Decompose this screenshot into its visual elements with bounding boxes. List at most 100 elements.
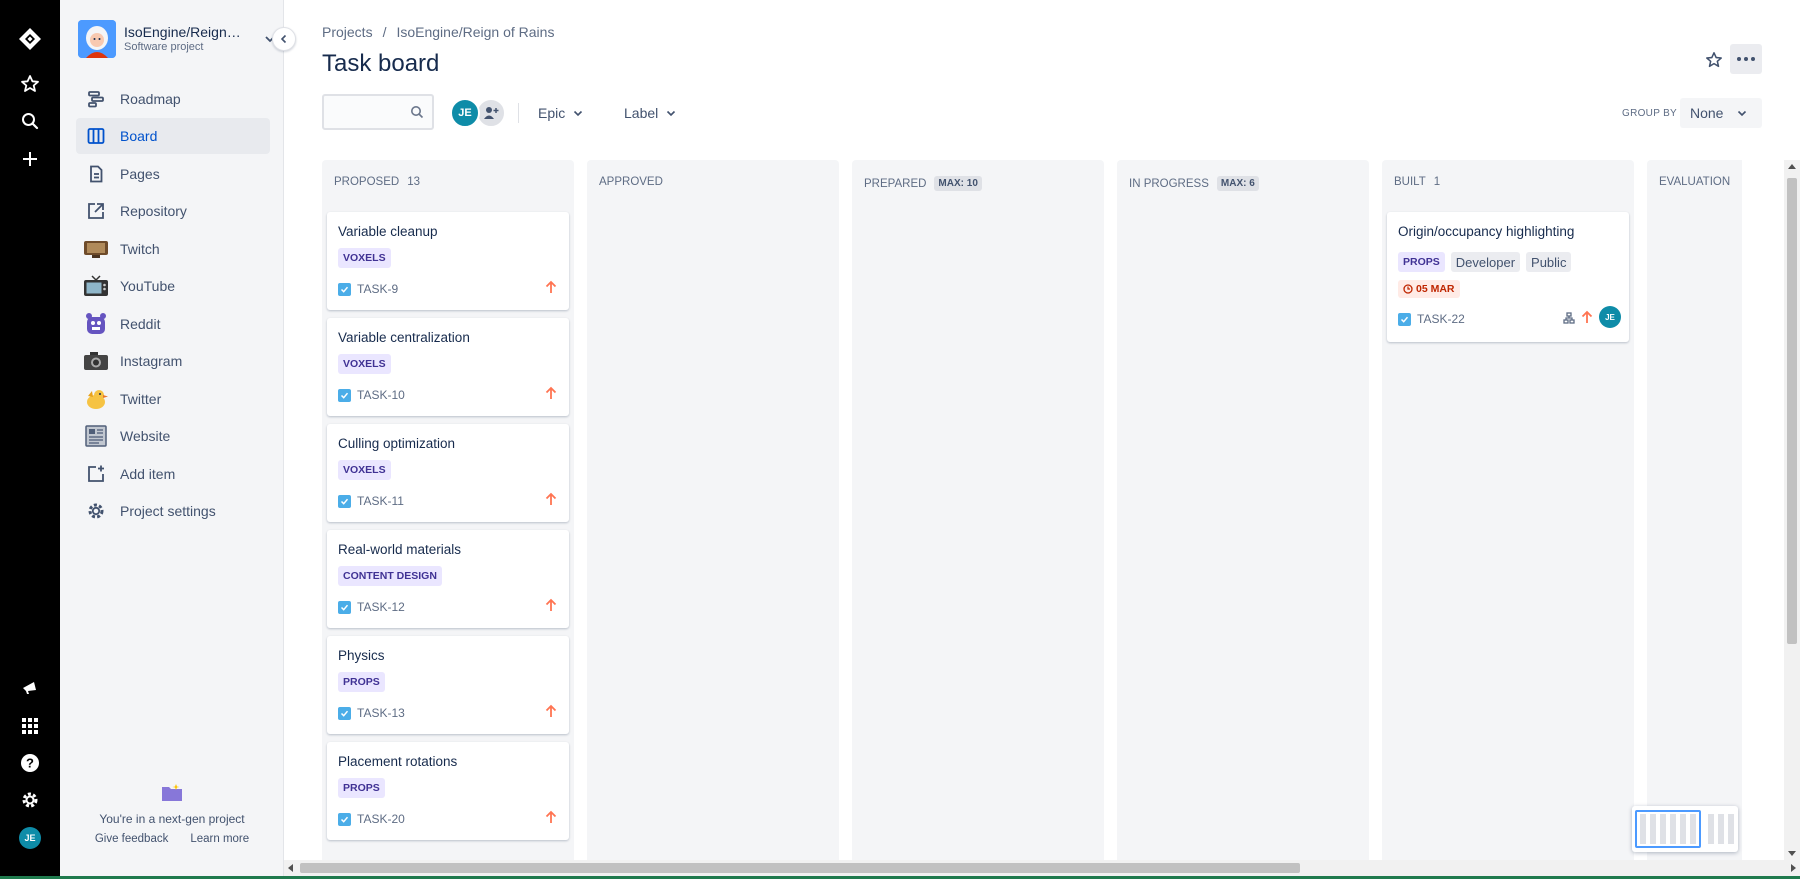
scroll-thumb[interactable]: [1787, 178, 1797, 644]
column-header: PREPARED MAX: 10: [864, 176, 982, 191]
project-header[interactable]: IsoEngine/Reign of Rains Software projec…: [78, 20, 275, 60]
scroll-down-arrow[interactable]: [1788, 851, 1796, 856]
breadcrumb-projects[interactable]: Projects: [322, 24, 373, 40]
sidebar-item-youtube[interactable]: YouTube: [76, 268, 270, 304]
sidebar-item-add-item[interactable]: Add item: [76, 456, 270, 492]
assignee-avatar[interactable]: JE: [1599, 306, 1621, 328]
issue-card[interactable]: Variable cleanup VOXELS TASK-9: [327, 212, 569, 310]
issue-card[interactable]: Origin/occupancy highlighting PROPS Deve…: [1387, 212, 1629, 342]
sidebar-item-label: Pages: [120, 166, 160, 182]
group-by-value: None: [1690, 105, 1724, 121]
folder-icon: [60, 784, 284, 802]
scroll-right-arrow[interactable]: [1791, 864, 1796, 872]
column-header: EVALUATION: [1659, 176, 1730, 188]
issue-key[interactable]: TASK-10: [357, 388, 405, 402]
column-name: IN PROGRESS: [1129, 177, 1209, 190]
board-minimap[interactable]: [1632, 806, 1738, 852]
clock-icon: [1403, 284, 1413, 294]
more-icon: [1737, 57, 1755, 61]
scroll-left-arrow[interactable]: [288, 864, 293, 872]
task-type-icon: [338, 707, 351, 720]
card-title: Variable cleanup: [338, 224, 438, 239]
label-tag: Developer: [1450, 252, 1521, 272]
issue-card[interactable]: Physics PROPS TASK-13: [327, 636, 569, 734]
help-icon[interactable]: ?: [15, 748, 45, 778]
search-input[interactable]: [322, 94, 434, 130]
priority-high-icon: [1581, 310, 1593, 329]
due-date: 05 MAR: [1416, 283, 1455, 295]
sidebar-item-twitch[interactable]: Twitch: [76, 231, 270, 267]
label-tag: Public: [1526, 252, 1572, 272]
sidebar-item-board[interactable]: Board: [76, 118, 270, 154]
sidebar-item-pages[interactable]: Pages: [76, 156, 270, 192]
sidebar-item-project-settings[interactable]: Project settings: [76, 493, 270, 529]
scroll-thumb[interactable]: [300, 863, 1300, 873]
wip-limit-badge: MAX: 10: [934, 176, 982, 191]
sidebar-item-label: Instagram: [120, 353, 183, 369]
epic-filter-dropdown[interactable]: Epic: [538, 100, 583, 126]
minimap-column: [1718, 814, 1724, 844]
issue-card[interactable]: Culling optimization VOXELS TASK-11: [327, 424, 569, 522]
sidebar-item-roadmap[interactable]: Roadmap: [76, 81, 270, 117]
sidebar-item-repository[interactable]: Repository: [76, 193, 270, 229]
task-type-icon: [338, 283, 351, 296]
column-header: PROPOSED 13: [334, 176, 420, 188]
sidebar-item-website[interactable]: Website: [76, 418, 270, 454]
megaphone-icon[interactable]: [15, 673, 45, 703]
chevron-down-icon: [667, 110, 676, 117]
card-title: Physics: [338, 648, 385, 663]
user-avatar[interactable]: JE: [19, 827, 41, 849]
issue-card[interactable]: Placement rotations PROPS TASK-20: [327, 742, 569, 840]
column-approved: APPROVED: [587, 160, 839, 860]
give-feedback-link[interactable]: Give feedback: [95, 833, 169, 845]
issue-key[interactable]: TASK-22: [1417, 312, 1465, 326]
settings-gear-icon[interactable]: [15, 785, 45, 815]
label-filter-dropdown[interactable]: Label: [624, 100, 676, 126]
epic-filter-label: Epic: [538, 105, 566, 121]
column-name: BUILT: [1394, 176, 1426, 188]
breadcrumb-project[interactable]: IsoEngine/Reign of Rains: [396, 24, 554, 40]
issue-key[interactable]: TASK-9: [357, 282, 398, 296]
group-by-dropdown[interactable]: None: [1680, 98, 1762, 128]
star-board-button[interactable]: [1700, 46, 1728, 74]
sidebar-item-instagram[interactable]: Instagram: [76, 343, 270, 379]
more-actions-button[interactable]: [1730, 44, 1762, 74]
issue-card[interactable]: Real-world materials CONTENT DESIGN TASK-1…: [327, 530, 569, 628]
add-person-icon: [484, 107, 499, 119]
chevron-down-icon: [1738, 110, 1747, 117]
board: PROPOSED 13 Variable cleanup VOXELS TASK-9…: [322, 160, 1742, 860]
twitter-icon: [76, 387, 116, 411]
create-plus-icon[interactable]: [15, 144, 45, 174]
collapse-sidebar-button[interactable]: [272, 27, 296, 51]
project-type: Software project: [124, 41, 204, 53]
sidebar-item-label: Website: [120, 428, 171, 444]
app-switcher-icon[interactable]: [15, 711, 45, 741]
minimap-viewport[interactable]: [1635, 810, 1701, 848]
breadcrumb-separator: /: [382, 24, 387, 40]
priority-high-icon: [545, 386, 557, 405]
sidebar-item-twitter[interactable]: Twitter: [76, 381, 270, 417]
add-people-button[interactable]: [476, 98, 506, 128]
column-count: 13: [407, 176, 420, 188]
sidebar-item-reddit[interactable]: Reddit: [76, 306, 270, 342]
star-icon[interactable]: [15, 69, 45, 99]
assignee-filter-avatar[interactable]: JE: [450, 98, 480, 128]
horizontal-scrollbar[interactable]: [284, 860, 1800, 876]
project-sidebar: IsoEngine/Reign of Rains Software projec…: [60, 0, 284, 879]
jira-logo-icon[interactable]: [15, 24, 45, 54]
instagram-icon: [76, 350, 116, 372]
learn-more-link[interactable]: Learn more: [190, 833, 249, 845]
roadmap-icon: [76, 89, 116, 109]
subtask-icon: [1563, 311, 1575, 329]
epic-tag: PROPS: [338, 672, 385, 692]
column-name: APPROVED: [599, 176, 663, 188]
issue-key[interactable]: TASK-11: [357, 494, 404, 508]
issue-key[interactable]: TASK-13: [357, 706, 405, 720]
scroll-up-arrow[interactable]: [1788, 164, 1796, 169]
issue-card[interactable]: Variable centralization VOXELS TASK-10: [327, 318, 569, 416]
issue-key[interactable]: TASK-20: [357, 812, 405, 826]
column-name: EVALUATION: [1659, 176, 1731, 188]
vertical-scrollbar[interactable]: [1784, 160, 1800, 860]
issue-key[interactable]: TASK-12: [357, 600, 405, 614]
search-icon[interactable]: [15, 106, 45, 136]
